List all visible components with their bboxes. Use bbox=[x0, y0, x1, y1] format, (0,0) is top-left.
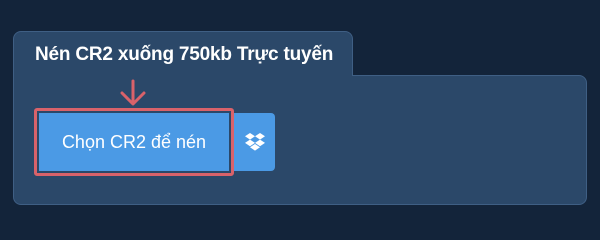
converter-title: Nén CR2 xuống 750kb Trực tuyến bbox=[35, 44, 334, 65]
dropbox-icon bbox=[244, 133, 265, 151]
down-arrow-icon bbox=[120, 79, 146, 106]
choose-file-button[interactable]: Chọn CR2 để nén bbox=[39, 113, 229, 171]
tab-panel-join bbox=[14, 74, 352, 78]
converter-widget: Nén CR2 xuống 750kb Trực tuyến Chọn CR2 … bbox=[0, 0, 600, 230]
dropbox-button[interactable] bbox=[234, 113, 275, 171]
